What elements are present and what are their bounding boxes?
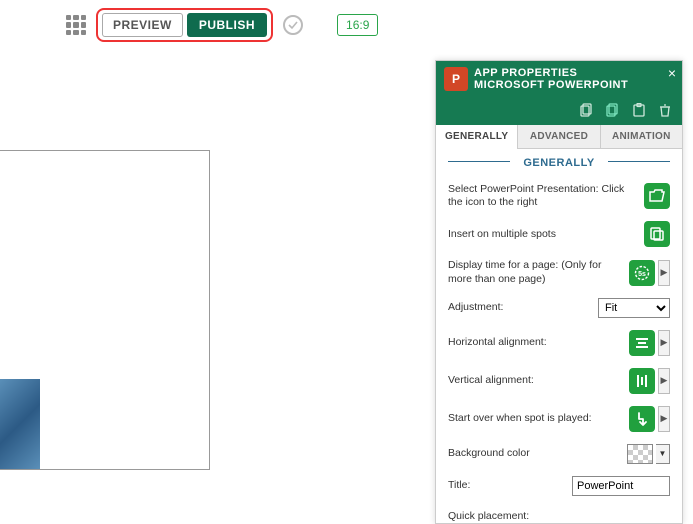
label-h-align: Horizontal alignment: (448, 336, 629, 349)
v-align-icon[interactable] (629, 368, 655, 394)
canvas-area[interactable] (0, 150, 210, 470)
h-align-more[interactable]: ▶ (658, 330, 670, 356)
label-v-align: Vertical alignment: (448, 374, 629, 387)
start-over-icon[interactable] (629, 406, 655, 432)
label-adjustment: Adjustment: (448, 301, 598, 314)
copy-icon[interactable] (578, 101, 596, 119)
panel-title-line2: MICROSOFT POWERPOINT (474, 79, 628, 91)
trash-icon[interactable] (656, 101, 674, 119)
display-time-more[interactable]: ▶ (658, 260, 670, 286)
preview-publish-group: PREVIEW PUBLISH (96, 8, 273, 42)
start-over-more[interactable]: ▶ (658, 406, 670, 432)
label-title: Title: (448, 479, 572, 492)
insert-multi-icon[interactable] (644, 221, 670, 247)
label-select-ppt: Select PowerPoint Presentation: Click th… (448, 183, 644, 209)
check-circle-icon[interactable] (283, 15, 303, 35)
tab-generally[interactable]: GENERALLY (436, 125, 518, 149)
bg-color-drop[interactable]: ▼ (656, 444, 670, 464)
grid-icon[interactable] (66, 15, 86, 35)
bg-color-swatch[interactable] (627, 444, 653, 464)
label-display-time: Display time for a page: (Only for more … (448, 259, 629, 285)
duplicate-icon[interactable] (604, 101, 622, 119)
aspect-button[interactable]: 16:9 (337, 14, 378, 36)
panel-subbar (436, 97, 682, 125)
powerpoint-icon: P (444, 67, 468, 91)
label-bg-color: Background color (448, 447, 627, 460)
time-5s-icon[interactable]: 5s (629, 260, 655, 286)
tabs: GENERALLY ADVANCED ANIMATION (436, 125, 682, 149)
panel-title-line1: APP PROPERTIES (474, 67, 628, 79)
section-label: GENERALLY (436, 149, 682, 173)
panel-body: Select PowerPoint Presentation: Click th… (436, 173, 682, 523)
close-icon[interactable]: × (668, 65, 676, 81)
publish-button[interactable]: PUBLISH (187, 13, 267, 37)
h-align-icon[interactable] (629, 330, 655, 356)
tab-advanced[interactable]: ADVANCED (518, 125, 600, 149)
label-quick-placement: Quick placement: (448, 510, 670, 523)
label-start-over: Start over when spot is played: (448, 412, 629, 425)
tab-animation[interactable]: ANIMATION (601, 125, 682, 149)
properties-panel: P APP PROPERTIES MICROSOFT POWERPOINT × … (435, 60, 683, 524)
v-align-more[interactable]: ▶ (658, 368, 670, 394)
adjustment-select[interactable]: Fit (598, 298, 670, 318)
canvas-shape (0, 379, 40, 469)
paste-icon[interactable] (630, 101, 648, 119)
svg-text:5s: 5s (638, 271, 646, 278)
open-file-icon[interactable] (644, 183, 670, 209)
panel-header: P APP PROPERTIES MICROSOFT POWERPOINT × (436, 61, 682, 97)
preview-button[interactable]: PREVIEW (102, 13, 183, 37)
label-insert-multi: Insert on multiple spots (448, 228, 644, 241)
title-input[interactable] (572, 476, 670, 496)
